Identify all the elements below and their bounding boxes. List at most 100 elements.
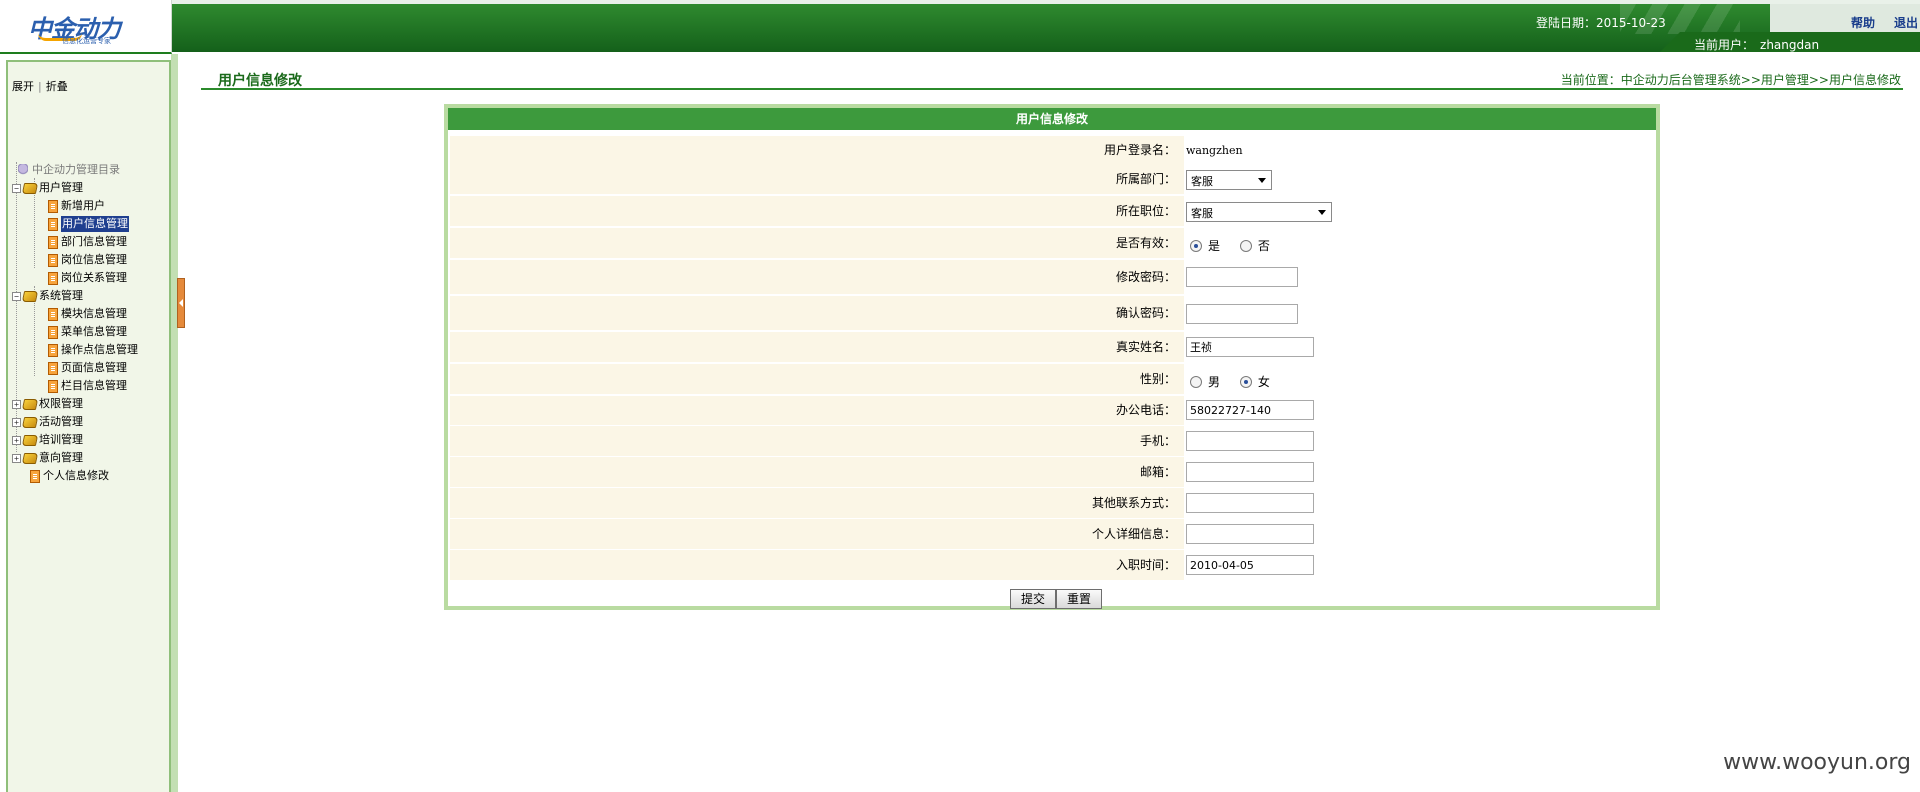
tree-item-personal-info[interactable]: 个人信息修改 <box>30 468 109 484</box>
page-icon <box>48 379 58 393</box>
valid-yes-radio[interactable] <box>1190 239 1202 252</box>
hire-date-input[interactable] <box>1186 555 1314 575</box>
valid-no-label: 否 <box>1257 239 1270 253</box>
current-user: 当前用户： zhangdan <box>1694 36 1819 53</box>
tree-item-label: 页面信息管理 <box>61 361 127 374</box>
directory-icon <box>18 163 28 177</box>
help-link[interactable]: 帮助 <box>1851 14 1875 31</box>
tree-item-label: 岗位信息管理 <box>61 253 127 266</box>
gender-female-label: 女 <box>1257 375 1270 389</box>
tree-item-dept-mgmt[interactable]: 部门信息管理 <box>48 234 127 250</box>
dept-label: 所属部门： <box>450 164 1184 194</box>
collapse-link[interactable]: 折叠 <box>46 80 68 93</box>
sidebar-toggle-handle[interactable] <box>177 278 185 328</box>
page-icon <box>48 343 58 357</box>
form-row-hire-date: 入职时间： <box>450 550 1654 581</box>
sidebar: 展开 | 折叠 中企动力管理目录 − 用户管理 新增用户 用户信息管理 部门信息管理 <box>6 60 171 792</box>
tree-group-system-mgmt[interactable]: − 系统管理 <box>12 288 83 304</box>
folder-book-icon <box>21 398 39 410</box>
collapse-toggle-icon[interactable]: − <box>12 291 21 301</box>
tree-group-training-mgmt[interactable]: + 培训管理 <box>12 432 83 448</box>
page-icon <box>48 271 58 285</box>
form-row-mobile: 手机： <box>450 426 1654 457</box>
page-icon <box>48 307 58 321</box>
expand-toggle-icon[interactable]: + <box>12 399 21 409</box>
tree-item-position-mgmt[interactable]: 岗位信息管理 <box>48 252 127 268</box>
folder-book-icon <box>21 452 39 464</box>
expand-toggle-icon[interactable]: + <box>12 417 21 427</box>
expand-toggle-icon[interactable]: + <box>12 453 21 463</box>
tree-item-label: 岗位关系管理 <box>61 271 127 284</box>
page-icon <box>48 325 58 339</box>
logout-link[interactable]: 退出 <box>1894 14 1918 31</box>
submit-button[interactable]: 提交 <box>1010 589 1056 609</box>
tree-item-label: 部门信息管理 <box>61 235 127 248</box>
confirm-password-input[interactable] <box>1186 304 1298 324</box>
tree-item-add-user[interactable]: 新增用户 <box>48 198 105 214</box>
realname-label: 真实姓名： <box>450 332 1184 362</box>
folder-book-icon <box>21 434 39 446</box>
login-date: 登陆日期：2015-10-23 <box>1536 16 1666 30</box>
tree-item-operation-mgmt[interactable]: 操作点信息管理 <box>48 342 138 358</box>
tree-group-label: 用户管理 <box>39 181 83 194</box>
gender-female-radio[interactable] <box>1239 375 1252 388</box>
realname-input[interactable] <box>1186 337 1314 357</box>
tree-root[interactable]: 中企动力管理目录 <box>18 162 120 178</box>
collapse-toggle-icon[interactable]: − <box>12 183 21 193</box>
tree-group-activity-mgmt[interactable]: + 活动管理 <box>12 414 83 430</box>
tree-group-label: 活动管理 <box>39 415 83 428</box>
reset-button[interactable]: 重置 <box>1056 589 1102 609</box>
tree-item-menu-mgmt[interactable]: 菜单信息管理 <box>48 324 127 340</box>
confirm-password-label: 确认密码： <box>450 296 1184 330</box>
tree-group-user-mgmt[interactable]: − 用户管理 <box>12 180 83 196</box>
tree-group-intention-mgmt[interactable]: + 意向管理 <box>12 450 83 466</box>
page-title: 用户信息修改 <box>218 73 302 89</box>
position-select[interactable]: 客服 <box>1186 202 1332 222</box>
tree-item-label: 菜单信息管理 <box>61 325 127 338</box>
other-contact-input[interactable] <box>1186 493 1314 513</box>
password-input[interactable] <box>1186 267 1298 287</box>
user-edit-form: 用户信息修改 用户登录名： wangzhen 所属部门： 客服 所在职位： 客服… <box>444 104 1660 610</box>
form-row-detail: 个人详细信息： <box>450 519 1654 550</box>
form-row-valid: 是否有效： 是 否 <box>450 228 1654 260</box>
tree-group-label: 意向管理 <box>39 451 83 464</box>
form-row-office-phone: 办公电话： <box>450 396 1654 426</box>
folder-book-icon <box>21 416 39 428</box>
folder-book-icon <box>21 290 39 302</box>
tree-group-permission-mgmt[interactable]: + 权限管理 <box>12 396 83 412</box>
watermark: www.wooyun.org <box>1723 750 1911 775</box>
gender-male-label: 男 <box>1208 375 1221 389</box>
tree-item-column-mgmt[interactable]: 栏目信息管理 <box>48 378 127 394</box>
tree-item-module-mgmt[interactable]: 模块信息管理 <box>48 306 127 322</box>
form-row-other-contact: 其他联系方式： <box>450 488 1654 519</box>
gender-male-radio[interactable] <box>1190 375 1202 388</box>
tree-item-label: 新增用户 <box>61 199 105 212</box>
form-row-login-name: 用户登录名： wangzhen <box>450 136 1654 164</box>
tree-group-label: 系统管理 <box>39 289 83 302</box>
title-divider <box>201 88 1903 90</box>
email-input[interactable] <box>1186 462 1314 482</box>
office-phone-input[interactable] <box>1186 400 1314 420</box>
password-label: 修改密码： <box>450 260 1184 294</box>
tree-item-page-mgmt[interactable]: 页面信息管理 <box>48 360 127 376</box>
form-header: 用户信息修改 <box>448 108 1656 130</box>
expand-link[interactable]: 展开 <box>12 80 34 93</box>
form-row-confirm-password: 确认密码： <box>450 296 1654 332</box>
mobile-input[interactable] <box>1186 431 1314 451</box>
form-row-email: 邮箱： <box>450 457 1654 488</box>
tree-item-label: 模块信息管理 <box>61 307 127 320</box>
form-row-password: 修改密码： <box>450 260 1654 296</box>
tree-item-position-relation-mgmt[interactable]: 岗位关系管理 <box>48 270 127 286</box>
breadcrumb: 当前位置：中企动力后台管理系统>>用户管理>>用户信息修改 <box>1560 73 1901 87</box>
valid-label: 是否有效： <box>450 228 1184 258</box>
tree-item-user-info-mgmt[interactable]: 用户信息管理 <box>48 216 129 232</box>
valid-no-radio[interactable] <box>1239 239 1252 252</box>
folder-book-icon <box>21 182 39 194</box>
detail-input[interactable] <box>1186 524 1314 544</box>
tree-item-label: 栏目信息管理 <box>61 379 127 392</box>
expand-toggle-icon[interactable]: + <box>12 435 21 445</box>
login-name-label: 用户登录名： <box>450 136 1184 164</box>
dept-select[interactable]: 客服 <box>1186 170 1272 190</box>
office-phone-label: 办公电话： <box>450 396 1184 425</box>
email-label: 邮箱： <box>450 457 1184 487</box>
